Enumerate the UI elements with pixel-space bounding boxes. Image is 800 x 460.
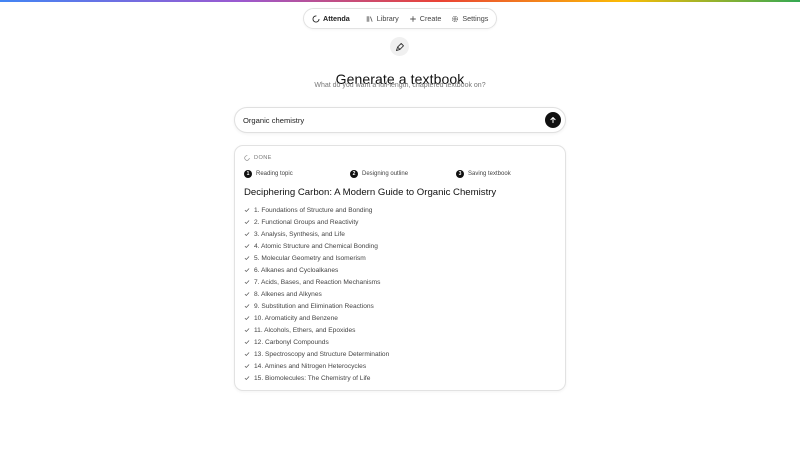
topic-search-bar (234, 107, 566, 133)
check-icon (244, 220, 250, 224)
status-indicator: DONE (244, 155, 272, 161)
chapter-label: 8. Alkenes and Alkynes (254, 290, 322, 298)
step-number: 2 (350, 170, 358, 178)
chapter-label: 6. Alkanes and Cycloalkanes (254, 266, 339, 274)
check-icon (244, 292, 250, 296)
check-icon (244, 208, 250, 212)
page-subtitle: What do you want a full-length, chaptere… (314, 82, 486, 89)
arrow-up-icon (550, 117, 556, 124)
list-item[interactable]: 10. Aromaticity and Benzene (244, 312, 389, 324)
step-label: Reading topic (256, 171, 293, 177)
step-designing-outline: 2 Designing outline (350, 170, 408, 178)
check-icon (244, 304, 250, 308)
step-saving-textbook: 3 Saving textbook (456, 170, 511, 178)
chapter-label: 4. Atomic Structure and Chemical Bonding (254, 242, 378, 250)
check-icon (244, 316, 250, 320)
check-icon (244, 268, 250, 272)
status-label: DONE (254, 155, 272, 161)
list-item[interactable]: 7. Acids, Bases, and Reaction Mechanisms (244, 276, 389, 288)
check-icon (244, 280, 250, 284)
check-icon (244, 364, 250, 368)
check-icon (244, 328, 250, 332)
list-item[interactable]: 2. Functional Groups and Reactivity (244, 216, 389, 228)
chapter-label: 11. Alcohols, Ethers, and Epoxides (254, 326, 356, 334)
nav-brand-label: Attenda (323, 14, 350, 23)
check-icon (244, 340, 250, 344)
chapter-label: 13. Spectroscopy and Structure Determina… (254, 350, 390, 358)
list-item[interactable]: 4. Atomic Structure and Chemical Bonding (244, 240, 389, 252)
gear-icon (452, 15, 459, 22)
check-icon (244, 376, 250, 380)
chapter-label: 5. Molecular Geometry and Isomerism (254, 254, 366, 262)
chapter-label: 1. Foundations of Structure and Bonding (254, 206, 373, 214)
chapter-list: 1. Foundations of Structure and Bonding … (244, 204, 389, 384)
status-spinner-icon (244, 155, 250, 161)
brand-loader-icon (312, 15, 320, 22)
step-reading-topic: 1 Reading topic (244, 170, 293, 178)
nav-item-library-label: Library (376, 14, 399, 23)
step-label: Saving textbook (468, 171, 511, 177)
top-navigation: Attenda Library Create Settings (303, 8, 497, 29)
list-item[interactable]: 14. Amines and Nitrogen Heterocycles (244, 360, 389, 372)
submit-button[interactable] (545, 112, 561, 128)
chapter-label: 2. Functional Groups and Reactivity (254, 218, 359, 226)
step-number: 1 (244, 170, 252, 178)
chapter-label: 3. Analysis, Synthesis, and Life (254, 230, 345, 238)
list-item[interactable]: 11. Alcohols, Ethers, and Epoxides (244, 324, 389, 336)
nav-item-settings[interactable]: Settings (451, 14, 488, 23)
topic-input[interactable] (243, 113, 533, 127)
plus-icon (409, 15, 416, 22)
list-item[interactable]: 5. Molecular Geometry and Isomerism (244, 252, 389, 264)
list-item[interactable]: 6. Alkanes and Cycloalkanes (244, 264, 389, 276)
nav-item-create-label: Create (419, 14, 442, 23)
result-card: DONE 1 Reading topic 2 Designing outline… (234, 145, 566, 391)
library-icon (366, 15, 373, 22)
check-icon (244, 244, 250, 248)
list-item[interactable]: 3. Analysis, Synthesis, and Life (244, 228, 389, 240)
chapter-label: 9. Substitution and Elimination Reaction… (254, 302, 374, 310)
nav-item-create[interactable]: Create (409, 14, 442, 23)
pen-nib-icon (390, 37, 409, 56)
step-number: 3 (456, 170, 464, 178)
check-icon (244, 232, 250, 236)
step-label: Designing outline (362, 171, 409, 177)
chapter-label: 15. Biomolecules: The Chemistry of Life (254, 374, 371, 382)
progress-steps: 1 Reading topic 2 Designing outline 3 Sa… (244, 170, 554, 179)
list-item[interactable]: 8. Alkenes and Alkynes (244, 288, 389, 300)
list-item[interactable]: 12. Carbonyl Compounds (244, 336, 389, 348)
textbook-title: Deciphering Carbon: A Modern Guide to Or… (244, 187, 497, 198)
check-icon (244, 256, 250, 260)
chapter-label: 12. Carbonyl Compounds (254, 338, 329, 346)
nav-item-settings-label: Settings (462, 14, 489, 23)
list-item[interactable]: 9. Substitution and Elimination Reaction… (244, 300, 389, 312)
top-accent-bar (0, 0, 800, 2)
list-item[interactable]: 1. Foundations of Structure and Bonding (244, 204, 389, 216)
check-icon (244, 352, 250, 356)
nav-brand-attenda[interactable]: Attenda (312, 14, 350, 23)
chapter-label: 7. Acids, Bases, and Reaction Mechanisms (254, 278, 381, 286)
nav-item-library[interactable]: Library (366, 14, 399, 23)
chapter-label: 10. Aromaticity and Benzene (254, 314, 338, 322)
list-item[interactable]: 13. Spectroscopy and Structure Determina… (244, 348, 389, 360)
chapter-label: 14. Amines and Nitrogen Heterocycles (254, 362, 367, 370)
list-item[interactable]: 15. Biomolecules: The Chemistry of Life (244, 372, 389, 384)
